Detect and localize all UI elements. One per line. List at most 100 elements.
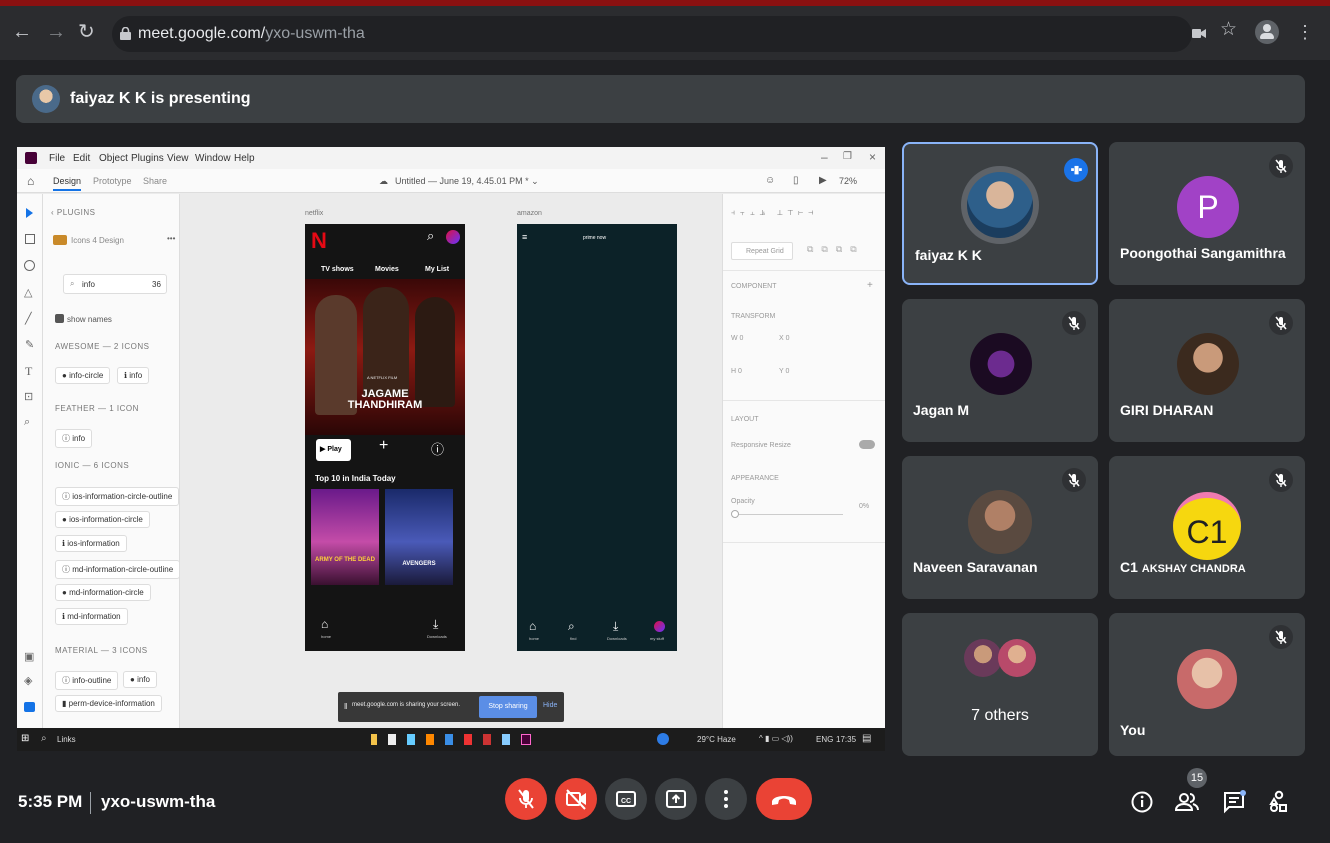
notification-icon[interactable]: ▤ [862, 733, 871, 744]
menu-help[interactable]: Help [234, 153, 255, 164]
align-icons[interactable]: ⫞⫟⫠⫡ ⊥⊤⊢⊣ [731, 208, 818, 218]
minimize-icon[interactable]: – [821, 150, 828, 164]
tab-share[interactable]: Share [143, 176, 167, 186]
url-text[interactable]: meet.google.com/yxo-uswm-tha [138, 25, 365, 43]
reload-icon[interactable]: ↻ [78, 22, 95, 42]
icon-item[interactable]: ▮ perm-device-information [55, 695, 162, 712]
weather-widget[interactable]: 29°C Haze [697, 735, 736, 744]
camera-toggle-button[interactable] [555, 778, 597, 820]
artboard-label-netflix[interactable]: netflix [305, 210, 323, 217]
x-field[interactable]: X 0 [779, 335, 790, 342]
icon-item[interactable]: ● info [123, 671, 157, 688]
boolean-ops-icons[interactable]: ⧉⧉⧉⧉ [807, 244, 865, 255]
menu-plugins[interactable]: Plugins [131, 153, 164, 164]
more-options-button[interactable] [705, 778, 747, 820]
artboard-tool-icon[interactable]: ⊡ [24, 390, 33, 403]
address-bar[interactable]: meet.google.com/yxo-uswm-tha [112, 16, 1192, 52]
tab-design[interactable]: Design [53, 176, 82, 191]
icon-size-value[interactable]: 36 [152, 280, 161, 289]
leave-call-button[interactable] [756, 778, 812, 820]
others-tile[interactable]: 7 others [902, 613, 1098, 756]
present-button[interactable] [655, 778, 697, 820]
participant-tile[interactable]: P Poongothai Sangamithra [1109, 142, 1305, 285]
participant-tile[interactable]: ▪▮▪ faiyaz K K [902, 142, 1098, 285]
menu-edit[interactable]: Edit [73, 153, 90, 164]
shared-screen[interactable]: File Edit Object Plugins View Window Hel… [17, 147, 885, 751]
repeat-grid-button[interactable]: Repeat Grid [731, 242, 793, 260]
polygon-tool-icon[interactable]: △ [24, 286, 32, 299]
menu-view[interactable]: View [167, 153, 189, 164]
artboard-label-amazon[interactable]: amazon [517, 210, 542, 217]
search-icon[interactable]: ⌕ [41, 733, 47, 744]
height-field[interactable]: H 0 [731, 368, 742, 375]
captions-button[interactable]: CC [605, 778, 647, 820]
select-tool-icon[interactable] [26, 208, 33, 218]
pen-tool-icon[interactable]: ✎ [25, 338, 34, 351]
layers-icon[interactable]: ◈ [24, 674, 32, 687]
y-field[interactable]: Y 0 [779, 368, 789, 375]
icon-item[interactable]: ⓘ info [55, 429, 93, 448]
rectangle-tool-icon[interactable] [25, 234, 35, 244]
icon-item[interactable]: ● info-circle [55, 367, 111, 384]
mic-toggle-button[interactable] [505, 778, 547, 820]
opacity-slider[interactable] [733, 514, 843, 515]
opacity-value[interactable]: 0% [859, 503, 869, 510]
participant-tile[interactable]: Naveen Saravanan [902, 456, 1098, 599]
meeting-info-icon[interactable] [1128, 788, 1156, 816]
icon-item[interactable]: ● md-information-circle [55, 584, 151, 601]
self-tile[interactable]: You [1109, 613, 1305, 756]
taskbar-apps[interactable] [371, 734, 547, 745]
play-preview-icon[interactable]: ▶ [819, 175, 827, 186]
assets-icon[interactable]: ▣ [24, 650, 34, 663]
participant-tile[interactable]: Jagan M [902, 299, 1098, 442]
taskbar-clock[interactable]: 17:35 [836, 735, 856, 744]
netflix-artboard[interactable]: N ⌕ TV shows Movies My List A NETFLIX FI… [305, 224, 465, 651]
responsive-toggle[interactable] [859, 440, 875, 449]
people-icon[interactable] [1173, 788, 1201, 816]
ellipse-tool-icon[interactable] [24, 260, 35, 271]
stop-sharing-button[interactable]: Stop sharing [479, 696, 537, 718]
menu-window[interactable]: Window [195, 153, 231, 164]
amazon-artboard[interactable]: ≡ prime now ⌂ home ⌕ find ⤓ Downloads my… [517, 224, 677, 651]
opacity-slider-handle[interactable] [731, 510, 739, 518]
back-arrow-icon[interactable]: ← [12, 22, 32, 42]
language-indicator[interactable]: ENG [816, 735, 833, 744]
plugins-icon[interactable] [24, 702, 35, 712]
add-icon[interactable]: + [867, 280, 873, 291]
line-tool-icon[interactable]: ╱ [25, 312, 32, 325]
icon-item[interactable]: ℹ ios-information [55, 535, 127, 552]
more-vert-icon[interactable]: ⋮ [1296, 22, 1314, 42]
menu-object[interactable]: Object [99, 153, 128, 164]
profile-icon[interactable] [1255, 20, 1279, 44]
activities-icon[interactable] [1265, 788, 1293, 816]
plugins-back-link[interactable]: ‹ PLUGINS [51, 208, 96, 217]
restore-icon[interactable]: ❐ [843, 151, 852, 162]
icon-item[interactable]: ℹ info [117, 367, 150, 384]
icon-item[interactable]: ⓘ md-information-circle-outline [55, 560, 181, 579]
participant-tile[interactable]: GIRI DHARAN [1109, 299, 1305, 442]
menu-file[interactable]: File [49, 153, 65, 164]
home-icon[interactable]: ⌂ [27, 174, 34, 188]
forward-arrow-icon[interactable]: → [46, 22, 66, 42]
lock-icon[interactable] [120, 27, 131, 40]
tray-icons[interactable]: ^ ▮ ▭ ◁)) [759, 734, 793, 743]
design-canvas[interactable]: netflix amazon N ⌕ TV shows Movies My Li… [180, 194, 722, 728]
icon-search-input[interactable]: ⌕ info 36 [63, 274, 167, 294]
zoom-level[interactable]: 72% [839, 176, 857, 186]
mobile-preview-icon[interactable]: ▯ [793, 175, 799, 186]
zoom-tool-icon[interactable]: ⌕ [24, 416, 30, 429]
star-icon[interactable]: ☆ [1220, 20, 1237, 40]
close-icon[interactable]: × [869, 150, 876, 164]
chrome-app-icon[interactable] [657, 733, 669, 745]
icon-item[interactable]: ● ios-information-circle [55, 511, 150, 528]
hide-link[interactable]: Hide [543, 702, 557, 709]
text-tool-icon[interactable]: T [25, 364, 32, 379]
icon-item[interactable]: ⓘ ios-information-circle-outline [55, 487, 180, 506]
participant-tile[interactable]: C1 C1 AKSHAY CHANDRA [1109, 456, 1305, 599]
camera-icon[interactable] [1192, 28, 1206, 39]
width-field[interactable]: W 0 [731, 335, 743, 342]
more-horiz-icon[interactable]: ••• [167, 234, 175, 243]
taskbar-search-label[interactable]: Links [57, 735, 76, 744]
tab-prototype[interactable]: Prototype [93, 176, 132, 186]
doc-title[interactable]: Untitled — June 19, 4.45.01 PM * ⌄ [395, 176, 539, 187]
